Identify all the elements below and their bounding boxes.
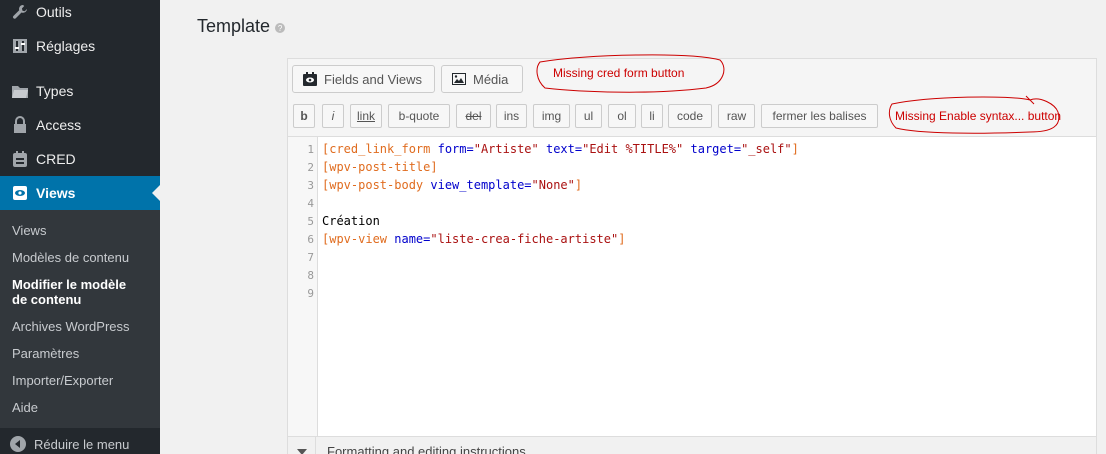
annotation-missing-cred: Missing cred form button bbox=[553, 66, 685, 80]
annotation-missing-enable-syntax: Missing Enable syntax... button bbox=[895, 109, 1062, 123]
